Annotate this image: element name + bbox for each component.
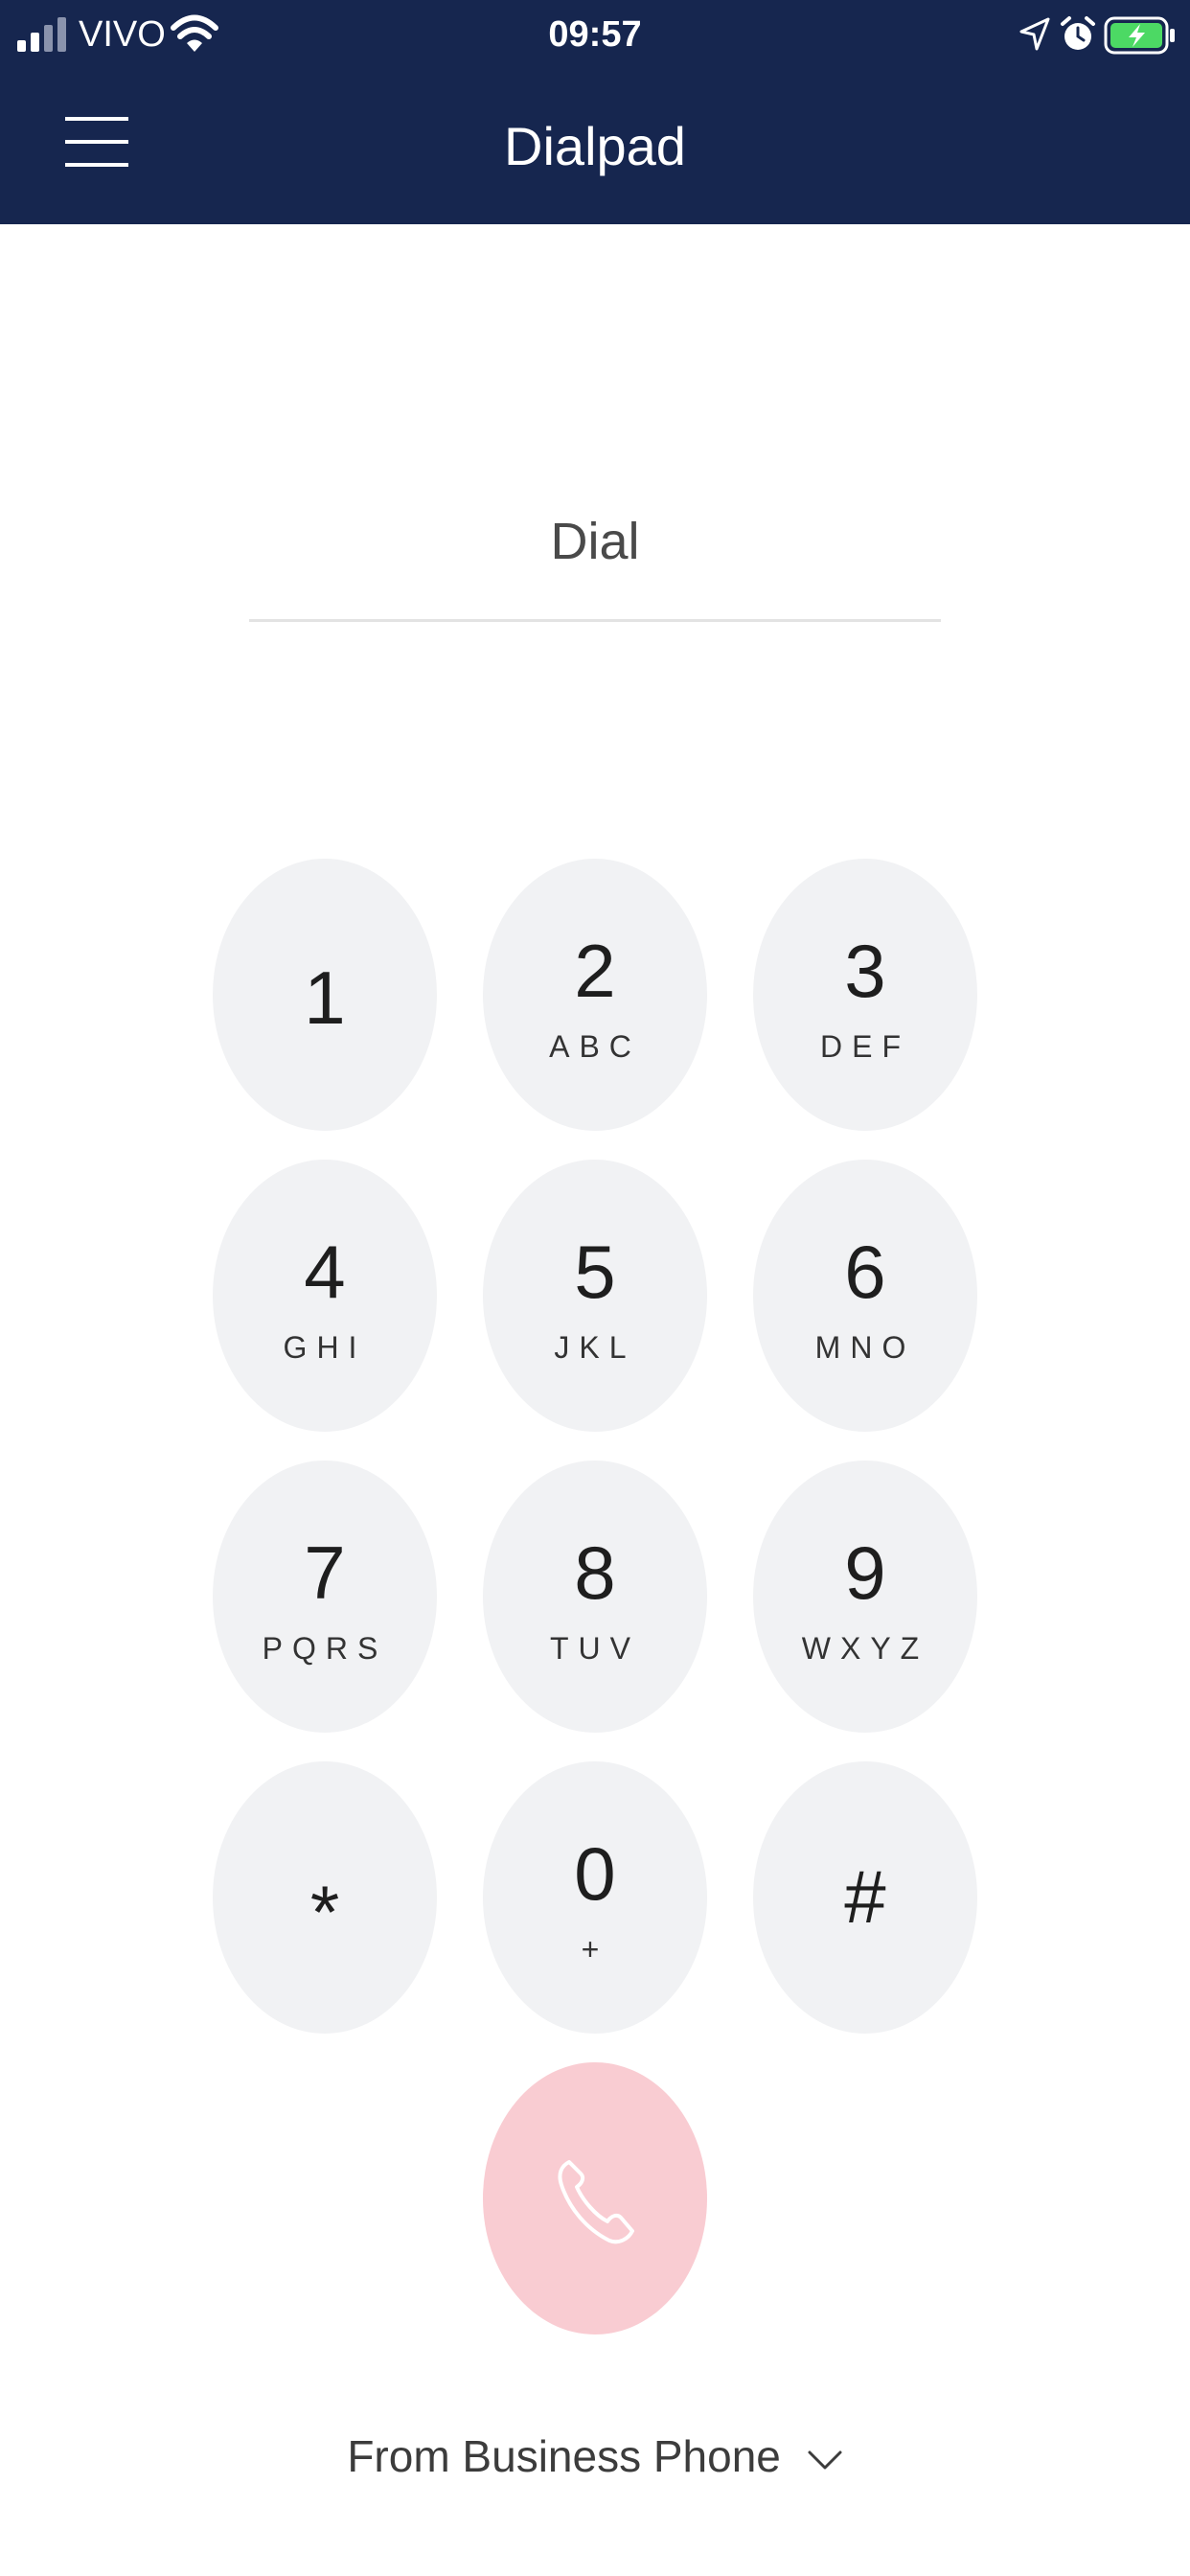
from-business-phone-selector[interactable]: From Business Phone bbox=[0, 2425, 1190, 2488]
key-star[interactable]: * bbox=[213, 1761, 437, 2034]
key-digit: 8 bbox=[574, 1530, 616, 1615]
battery-charging-icon bbox=[1104, 16, 1175, 55]
key-hash[interactable]: # bbox=[753, 1761, 977, 2034]
app-header: Dialpad bbox=[0, 73, 1190, 224]
key-7[interactable]: 7 PQRS bbox=[213, 1460, 437, 1733]
key-digit: 1 bbox=[304, 955, 346, 1040]
key-letters: MNO bbox=[814, 1330, 916, 1365]
key-letters: JKL bbox=[554, 1330, 636, 1365]
chevron-down-icon bbox=[808, 2450, 842, 2470]
key-letters: ABC bbox=[549, 1029, 641, 1064]
key-digit: 6 bbox=[844, 1230, 886, 1314]
key-letters: WXYZ bbox=[801, 1631, 929, 1666]
key-letters: GHI bbox=[283, 1330, 367, 1365]
dial-underline bbox=[249, 619, 941, 622]
key-4[interactable]: 4 GHI bbox=[213, 1160, 437, 1432]
key-letters: DEF bbox=[820, 1029, 910, 1064]
key-digit: 7 bbox=[304, 1530, 346, 1615]
page-title: Dialpad bbox=[504, 116, 686, 176]
key-letters: + bbox=[581, 1932, 609, 1966]
key-letters: PQRS bbox=[262, 1631, 388, 1666]
dial-input[interactable]: Dial bbox=[249, 498, 941, 585]
key-3[interactable]: 3 DEF bbox=[753, 859, 977, 1131]
phone-icon bbox=[558, 2160, 634, 2244]
key-8[interactable]: 8 TUV bbox=[483, 1460, 707, 1733]
key-9[interactable]: 9 WXYZ bbox=[753, 1460, 977, 1733]
key-digit: 5 bbox=[574, 1230, 616, 1314]
key-digit: # bbox=[844, 1854, 886, 1939]
key-digit: 2 bbox=[574, 929, 616, 1013]
location-arrow-icon bbox=[1019, 17, 1050, 51]
key-1[interactable]: 1 bbox=[213, 859, 437, 1131]
key-letters: TUV bbox=[550, 1631, 640, 1666]
from-label: From Business Phone bbox=[347, 2431, 781, 2481]
key-digit: * bbox=[309, 1870, 340, 1954]
key-digit: 3 bbox=[844, 929, 886, 1013]
call-button[interactable] bbox=[483, 2062, 707, 2334]
alarm-icon bbox=[1061, 16, 1095, 50]
key-6[interactable]: 6 MNO bbox=[753, 1160, 977, 1432]
key-digit: 0 bbox=[574, 1831, 616, 1916]
key-digit: 4 bbox=[304, 1230, 346, 1314]
key-0[interactable]: 0 + bbox=[483, 1761, 707, 2034]
key-2[interactable]: 2 ABC bbox=[483, 859, 707, 1131]
key-digit: 9 bbox=[844, 1530, 886, 1615]
status-bar: VIVO 09:57 bbox=[0, 0, 1190, 73]
status-time: 09:57 bbox=[548, 14, 642, 55]
key-5[interactable]: 5 JKL bbox=[483, 1160, 707, 1432]
